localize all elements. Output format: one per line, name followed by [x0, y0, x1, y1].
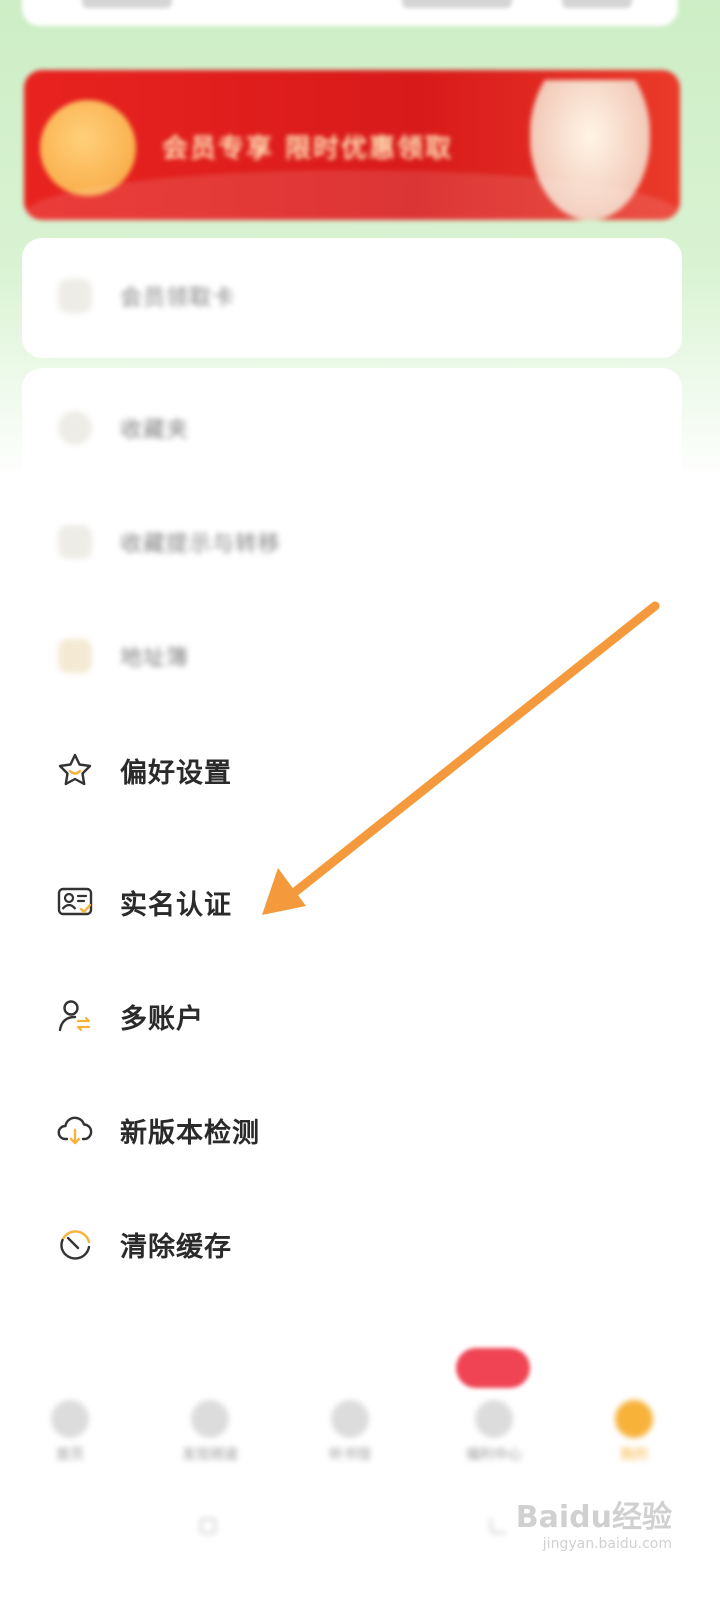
tab-label: 听书馆 — [329, 1447, 371, 1463]
cloud-download-icon — [56, 1111, 94, 1149]
headphones-icon — [331, 1400, 369, 1438]
menu-item-real-name-verification[interactable]: 实名认证 — [56, 878, 232, 926]
watermark-logo: Baidu经验 — [515, 1500, 672, 1535]
menu-item-version-check[interactable]: 新版本检测 — [56, 1106, 260, 1154]
tab-welfare[interactable]: 福利中心 — [444, 1390, 544, 1464]
coin-icon — [40, 100, 136, 196]
star-icon — [56, 751, 94, 789]
gift-icon — [58, 279, 92, 313]
menu-item-label: 实名认证 — [120, 889, 232, 921]
watermark: Baidu经验 jingyan.baidu.com — [516, 1492, 672, 1552]
menu-item-label: 多账户 — [120, 1003, 204, 1035]
id-card-verified-icon — [56, 883, 94, 921]
menu-item-member[interactable]: 会员领取卡 — [56, 272, 235, 320]
profile-icon — [615, 1400, 653, 1438]
tab-audio[interactable]: 听书馆 — [300, 1390, 400, 1464]
tab-label: 发现频道 — [182, 1447, 238, 1463]
menu-item-label: 新版本检测 — [120, 1117, 260, 1149]
tab-me[interactable]: 我的 — [584, 1390, 684, 1464]
tab-label: 我的 — [620, 1447, 648, 1463]
tab-label: 福利中心 — [466, 1447, 522, 1463]
menu-item-label: 会员领取卡 — [120, 286, 236, 311]
menu-item-label: 地址簿 — [120, 646, 190, 671]
menu-item-multi-account[interactable]: 多账户 — [56, 992, 204, 1040]
home-icon — [51, 1400, 89, 1438]
menu-item-favorites[interactable]: 收藏夹 — [56, 404, 189, 452]
gift-box-icon — [475, 1400, 513, 1438]
tab-discover[interactable]: 发现频道 — [160, 1390, 260, 1464]
menu-item-preferences[interactable]: 偏好设置 — [56, 746, 232, 794]
clear-cache-icon — [56, 1225, 94, 1263]
transfer-icon — [58, 525, 92, 559]
tab-label: 首页 — [56, 1447, 84, 1463]
banner-headline: 会员专享 限时优惠领取 — [162, 134, 454, 164]
menu-item-label: 偏好设置 — [120, 757, 232, 789]
menu-item-label: 清除缓存 — [120, 1231, 232, 1263]
menu-item-clear-cache[interactable]: 清除缓存 — [56, 1220, 232, 1268]
promo-banner[interactable]: 会员专享 限时优惠领取 — [24, 70, 680, 220]
account-switch-icon — [56, 997, 94, 1035]
address-book-icon — [58, 639, 92, 673]
notification-badge — [456, 1348, 530, 1388]
discover-icon — [191, 1400, 229, 1438]
top-account-card[interactable] — [22, 0, 678, 26]
bottom-tab-bar: 首页 发现频道 听书馆 福利中心 我的 — [0, 1390, 720, 1490]
menu-item-label: 收藏夹 — [120, 418, 190, 443]
menu-item-address-book[interactable]: 地址簿 — [56, 632, 189, 680]
back-icon[interactable] — [490, 1518, 506, 1534]
menu-item-label: 收藏提示与转移 — [120, 532, 282, 557]
menu-item-transfer[interactable]: 收藏提示与转移 — [56, 518, 281, 566]
recent-apps-icon[interactable] — [200, 1518, 216, 1534]
watermark-url: jingyan.baidu.com — [542, 1536, 672, 1552]
favorites-icon — [58, 411, 92, 445]
tab-home[interactable]: 首页 — [20, 1390, 120, 1464]
